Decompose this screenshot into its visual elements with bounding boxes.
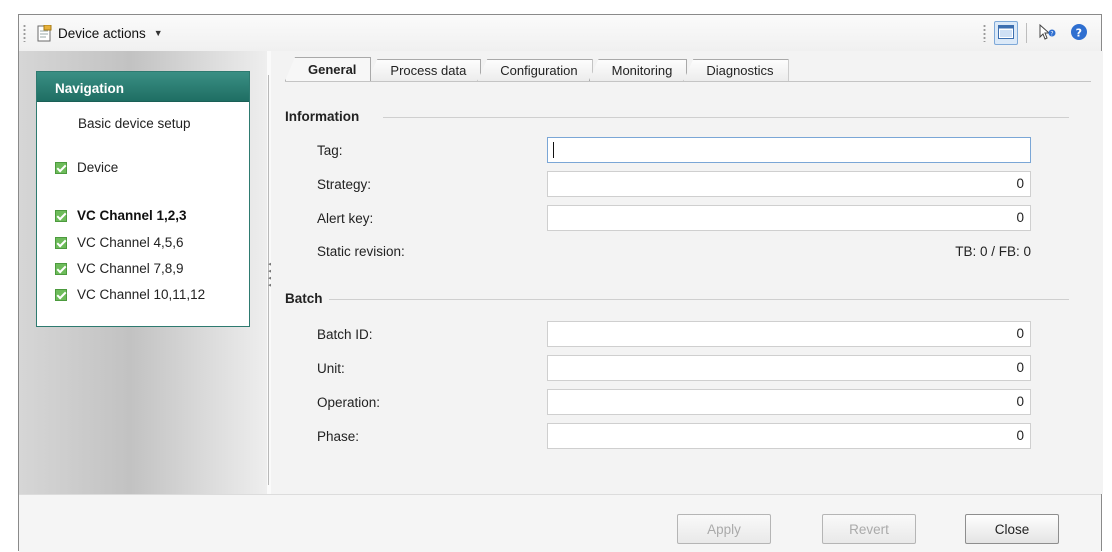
toolbar-grip-right: [983, 24, 986, 42]
apply-button[interactable]: Apply: [677, 514, 771, 544]
close-button[interactable]: Close: [965, 514, 1059, 544]
tag-input[interactable]: [547, 137, 1031, 163]
tag-label: Tag:: [317, 143, 343, 158]
checkbox-checked-icon: [55, 288, 67, 301]
tab-diagnostics[interactable]: Diagnostics: [683, 59, 789, 81]
content-area: General Process data Configuration Monit…: [271, 51, 1103, 494]
device-dialog: Device actions ▼ ? ? Navigation Basic de…: [18, 14, 1103, 552]
operation-label: Operation:: [317, 395, 381, 410]
phase-input[interactable]: 0: [547, 423, 1031, 449]
document-icon: [37, 24, 52, 42]
static-revision-value: TB: 0 / FB: 0: [955, 244, 1031, 259]
pointer-help-button[interactable]: ?: [1035, 21, 1059, 45]
device-actions-label: Device actions: [58, 25, 146, 41]
help-icon: ?: [1070, 23, 1088, 44]
nav-item-device[interactable]: Device: [37, 160, 249, 175]
tab-general[interactable]: General: [285, 57, 372, 81]
nav-item-label: VC Channel 10,11,12: [77, 287, 206, 302]
tab-process-data[interactable]: Process data: [367, 59, 482, 81]
nav-item-label: VC Channel 1,2,3: [77, 208, 187, 223]
checkbox-checked-icon: [55, 209, 67, 222]
nav-item-label: Device: [77, 160, 119, 175]
svg-text:?: ?: [1050, 30, 1053, 37]
strategy-input[interactable]: 0: [547, 171, 1031, 197]
checkbox-checked-icon: [55, 262, 67, 275]
left-panel: Navigation Basic device setup Device VC …: [19, 51, 267, 494]
revert-button[interactable]: Revert: [822, 514, 916, 544]
navigation-panel: Navigation Basic device setup Device VC …: [36, 71, 250, 327]
tab-bar: General Process data Configuration Monit…: [285, 57, 789, 81]
strategy-label: Strategy:: [317, 177, 372, 192]
batch-id-input[interactable]: 0: [547, 321, 1031, 347]
device-actions-menu[interactable]: Device actions ▼: [33, 22, 167, 44]
section-batch-title: Batch: [285, 291, 323, 306]
chevron-down-icon: ▼: [153, 28, 163, 38]
phase-label: Phase:: [317, 429, 360, 444]
window-layout-button[interactable]: [994, 21, 1018, 45]
dialog-footer: Apply Revert Close: [19, 494, 1101, 552]
nav-item-vc-channel-7-8-9[interactable]: VC Channel 7,8,9: [37, 261, 249, 276]
unit-input[interactable]: 0: [547, 355, 1031, 381]
navigation-title: Navigation: [37, 72, 249, 102]
toolbar: Device actions ▼ ? ?: [19, 15, 1101, 51]
unit-label: Unit:: [317, 361, 345, 376]
svg-text:?: ?: [1076, 26, 1082, 39]
nav-item-label: Basic device setup: [78, 116, 191, 131]
nav-item-vc-channel-4-5-6[interactable]: VC Channel 4,5,6: [37, 235, 249, 250]
tab-monitoring[interactable]: Monitoring: [588, 59, 688, 81]
operation-input[interactable]: 0: [547, 389, 1031, 415]
alert-key-input[interactable]: 0: [547, 205, 1031, 231]
section-divider: [383, 117, 1069, 118]
nav-item-vc-channel-1-2-3[interactable]: VC Channel 1,2,3: [37, 208, 249, 223]
nav-item-label: VC Channel 4,5,6: [77, 235, 184, 250]
window-layout-icon: [998, 24, 1014, 42]
batch-id-label: Batch ID:: [317, 327, 373, 342]
nav-item-label: VC Channel 7,8,9: [77, 261, 184, 276]
toolbar-separator: [1026, 23, 1027, 43]
help-button[interactable]: ?: [1067, 21, 1091, 45]
section-information-title: Information: [285, 109, 360, 124]
static-revision-label: Static revision:: [317, 244, 405, 259]
toolbar-grip[interactable]: [23, 24, 26, 42]
checkbox-checked-icon: [55, 236, 67, 249]
nav-item-basic-device-setup[interactable]: Basic device setup: [37, 116, 249, 131]
section-divider: [329, 299, 1069, 300]
tab-baseline: [285, 81, 1091, 82]
checkbox-checked-icon: [55, 161, 67, 174]
nav-item-vc-channel-10-11-12[interactable]: VC Channel 10,11,12: [37, 287, 249, 302]
pointer-help-icon: ?: [1038, 23, 1056, 43]
tab-configuration[interactable]: Configuration: [477, 59, 593, 81]
alert-key-label: Alert key:: [317, 211, 374, 226]
